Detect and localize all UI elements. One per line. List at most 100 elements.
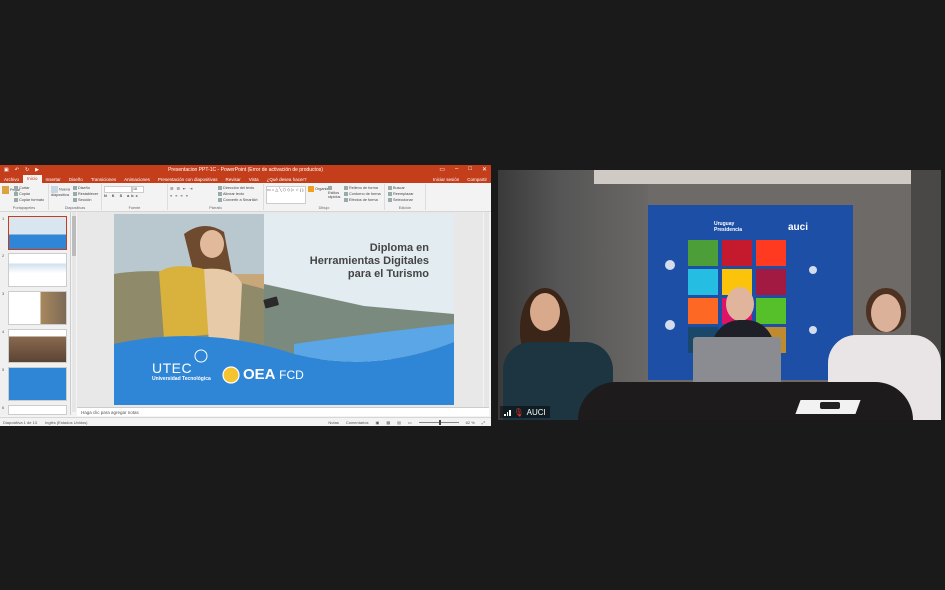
language-indicator[interactable]: Inglés (Estados Unidos) xyxy=(45,420,87,425)
new-slide-icon xyxy=(51,186,58,193)
thumbnails-scrollbar[interactable] xyxy=(72,212,76,412)
smartart-button[interactable]: Convertir a SmartArt xyxy=(218,198,258,202)
room-ceiling xyxy=(594,170,914,184)
canvas-scrollbar[interactable] xyxy=(484,212,489,412)
backdrop-text: Presidencia xyxy=(714,227,743,233)
conference-table xyxy=(578,382,913,420)
quick-styles-button[interactable]: Estilos rápidos xyxy=(328,186,342,200)
backdrop-logo-presidencia: Uruguay Presidencia xyxy=(714,221,742,233)
text-direction-button[interactable]: Dirección del texto xyxy=(218,186,254,190)
new-slide-button[interactable]: Nueva diapositiva xyxy=(51,186,71,198)
select-label: Seleccionar xyxy=(393,198,413,202)
tab-transiciones[interactable]: Transiciones xyxy=(87,177,120,182)
slide-title-line: Diploma en xyxy=(369,242,429,254)
slideshow-icon[interactable]: ▭ xyxy=(408,420,412,425)
reset-button[interactable]: Restablecer xyxy=(73,192,98,196)
ribbon-group-label: Párrafo xyxy=(209,206,222,210)
notes-pane[interactable]: Haga clic para agregar notas xyxy=(77,407,489,416)
layout-button[interactable]: Diseño xyxy=(73,186,90,190)
tab-insertar[interactable]: Insertar xyxy=(42,177,65,182)
smartart-label: Convertir a SmartArt xyxy=(223,198,258,202)
font-size-select[interactable]: 18 xyxy=(132,186,144,193)
thumbnail-number: 6 xyxy=(2,405,5,410)
shapes-gallery[interactable]: ▭○△╲⬡◇▷☆{} xyxy=(266,186,306,204)
slide-sorter-icon[interactable]: ▦ xyxy=(386,420,390,425)
scrollbar-thumb[interactable] xyxy=(72,216,76,256)
notes-button[interactable]: Notas xyxy=(328,420,338,425)
fit-slide-icon[interactable]: ⤢ xyxy=(482,420,485,425)
utec-logo-text: UTEC xyxy=(152,360,193,376)
section-icon xyxy=(73,198,77,202)
text-direction-icon xyxy=(218,186,222,190)
ribbon: Pegar Cortar Copiar Copiar formato Porta… xyxy=(0,183,491,212)
sign-in-link[interactable]: Iniciar sesión xyxy=(429,177,463,182)
slide-thumbnail[interactable] xyxy=(8,405,67,415)
close-icon[interactable]: ✕ xyxy=(482,166,487,173)
slide-title: Diploma en Herramientas Digitales para e… xyxy=(310,242,429,281)
font-family-select[interactable] xyxy=(104,186,132,193)
ribbon-group-label: Dibujo xyxy=(318,206,330,210)
slide-thumbnail[interactable] xyxy=(8,329,67,363)
reading-view-icon[interactable]: ▤ xyxy=(397,420,401,425)
tab-inicio[interactable]: Inicio xyxy=(23,175,42,183)
tell-me-search[interactable]: ¿Qué desea hacer? xyxy=(263,177,311,182)
zoom-slider[interactable] xyxy=(418,420,459,425)
tab-diseno[interactable]: Diseño xyxy=(65,177,87,182)
ribbon-group-paragraph: ☰ ☰ ⇤ ⇥ Dirección del texto Alinear text… xyxy=(168,184,264,210)
normal-view-icon[interactable]: ▣ xyxy=(376,420,380,425)
section-button[interactable]: Sección xyxy=(73,198,92,202)
select-button[interactable]: Seleccionar xyxy=(388,198,413,202)
participant-label: 🎙︎ AUCI xyxy=(500,406,550,418)
tab-archivo[interactable]: Archivo xyxy=(0,177,23,182)
alignment-buttons[interactable]: ≡ ≡ ≡ ≡ xyxy=(170,194,189,198)
copy-icon xyxy=(14,192,18,196)
shape-fill-label: Relleno de forma xyxy=(349,186,378,190)
shape-outline-button[interactable]: Contorno de forma xyxy=(344,192,381,196)
font-style-buttons[interactable]: N K S abc xyxy=(104,194,140,198)
paste-icon xyxy=(2,186,9,194)
share-button[interactable]: Compartir xyxy=(463,177,491,182)
maximize-icon[interactable]: □ xyxy=(468,166,472,173)
person-face xyxy=(530,293,560,331)
replace-button[interactable]: Reemplazar xyxy=(388,192,413,196)
minimize-icon[interactable]: – xyxy=(455,166,458,173)
slide-thumbnail[interactable] xyxy=(8,216,67,250)
format-painter-button[interactable]: Copiar formato xyxy=(14,198,44,202)
participant-video-tile[interactable]: Uruguay Presidencia auci 🎙︎ AUCI xyxy=(498,170,941,420)
tab-animaciones[interactable]: Animaciones xyxy=(120,177,154,182)
window-title: Presentacion PPT-1C - PowerPoint (Error … xyxy=(168,167,323,173)
slide-thumbnail[interactable] xyxy=(8,253,67,287)
slide-thumbnail[interactable] xyxy=(8,367,67,401)
slide-thumbnails-pane: 1 2 3 4 5 6 xyxy=(0,212,71,415)
current-slide[interactable]: Diploma en Herramientas Digitales para e… xyxy=(114,214,454,405)
shape-effects-button[interactable]: Efectos de forma xyxy=(344,198,378,202)
thumbnail-number: 5 xyxy=(2,367,5,372)
effects-icon xyxy=(344,198,348,202)
quick-styles-label: Estilos rápidos xyxy=(328,190,341,200)
phone-on-table xyxy=(820,402,840,409)
find-button[interactable]: Buscar xyxy=(388,186,405,190)
slide-thumbnail[interactable] xyxy=(8,291,67,325)
cut-label: Cortar xyxy=(19,186,30,190)
connection-signal-icon xyxy=(504,409,511,416)
list-buttons[interactable]: ☰ ☰ ⇤ ⇥ xyxy=(170,186,193,191)
zoom-level[interactable]: 62 % xyxy=(466,420,475,425)
reset-icon xyxy=(73,192,77,196)
cut-button[interactable]: Cortar xyxy=(14,186,30,190)
find-label: Buscar xyxy=(393,186,405,190)
status-bar: Diapositiva 1 de 13 Inglés (Estados Unid… xyxy=(0,417,491,426)
tab-vista[interactable]: Vista xyxy=(245,177,263,182)
person-face xyxy=(726,287,754,321)
tab-presentacion[interactable]: Presentación con diapositivas xyxy=(154,177,222,182)
align-text-button[interactable]: Alinear texto xyxy=(218,192,244,196)
tab-revisar[interactable]: Revisar xyxy=(221,177,244,182)
comments-button[interactable]: Comentarios xyxy=(346,420,369,425)
utec-logo: UTEC Universidad Tecnológica xyxy=(152,360,211,382)
shape-fill-button[interactable]: Relleno de forma xyxy=(344,186,378,190)
muted-microphone-icon: 🎙︎ xyxy=(513,407,524,417)
ribbon-display-icon[interactable]: ▭ xyxy=(439,166,445,173)
thumbnail-number: 1 xyxy=(2,216,5,221)
slide-title-line: para el Turismo xyxy=(347,268,429,280)
copy-button[interactable]: Copiar xyxy=(14,192,30,196)
slide-counter: Diapositiva 1 de 13 xyxy=(3,420,38,425)
